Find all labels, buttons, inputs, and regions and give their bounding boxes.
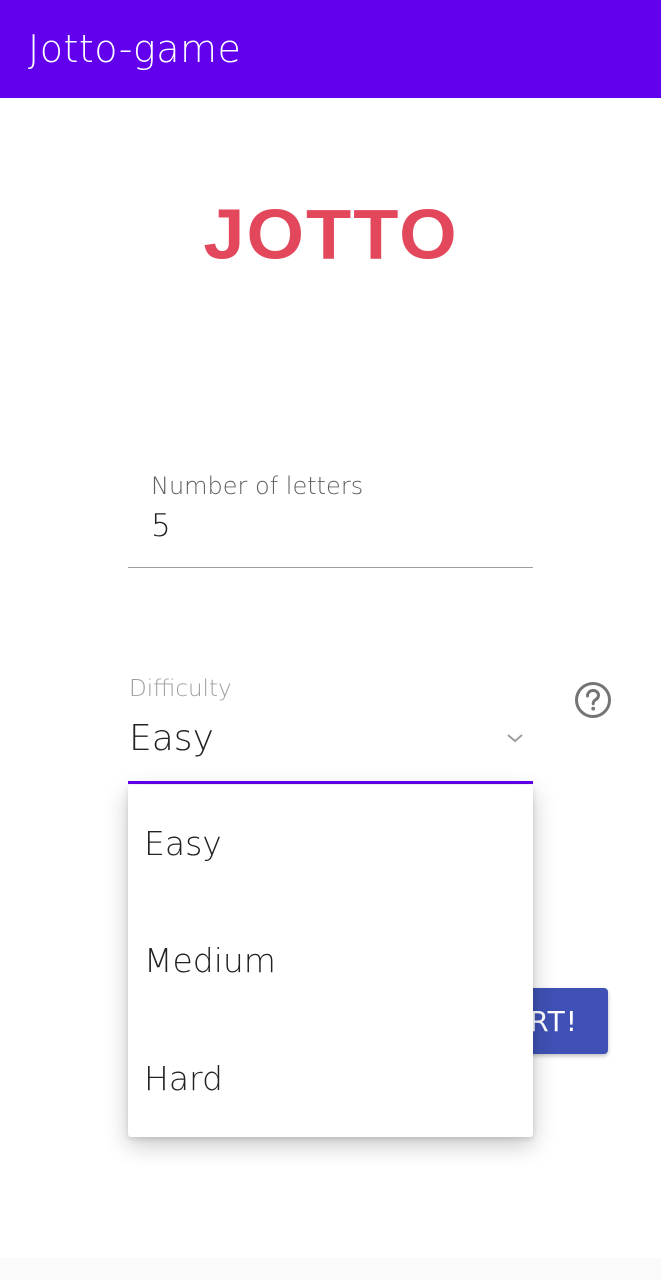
difficulty-value: Easy [129,718,214,759]
menu-item-easy[interactable]: Easy [128,785,533,902]
jotto-logo: JOTTO [203,194,459,274]
difficulty-select[interactable]: Difficulty Easy [128,674,533,784]
difficulty-dropdown-menu: Easy Medium Hard [128,785,533,1137]
app-title: Jotto-game [28,27,242,71]
menu-item-hard[interactable]: Hard [128,1020,533,1137]
menu-item-medium[interactable]: Medium [128,902,533,1019]
help-circle-icon[interactable] [574,681,612,719]
letters-input[interactable]: Number of letters 5 [128,466,533,568]
app-bar: Jotto-game [0,0,661,98]
chevron-down-icon [507,734,523,743]
letters-label: Number of letters [151,472,364,500]
bottom-strip [0,1258,661,1280]
difficulty-label: Difficulty [129,676,232,702]
letters-value[interactable]: 5 [151,508,171,544]
